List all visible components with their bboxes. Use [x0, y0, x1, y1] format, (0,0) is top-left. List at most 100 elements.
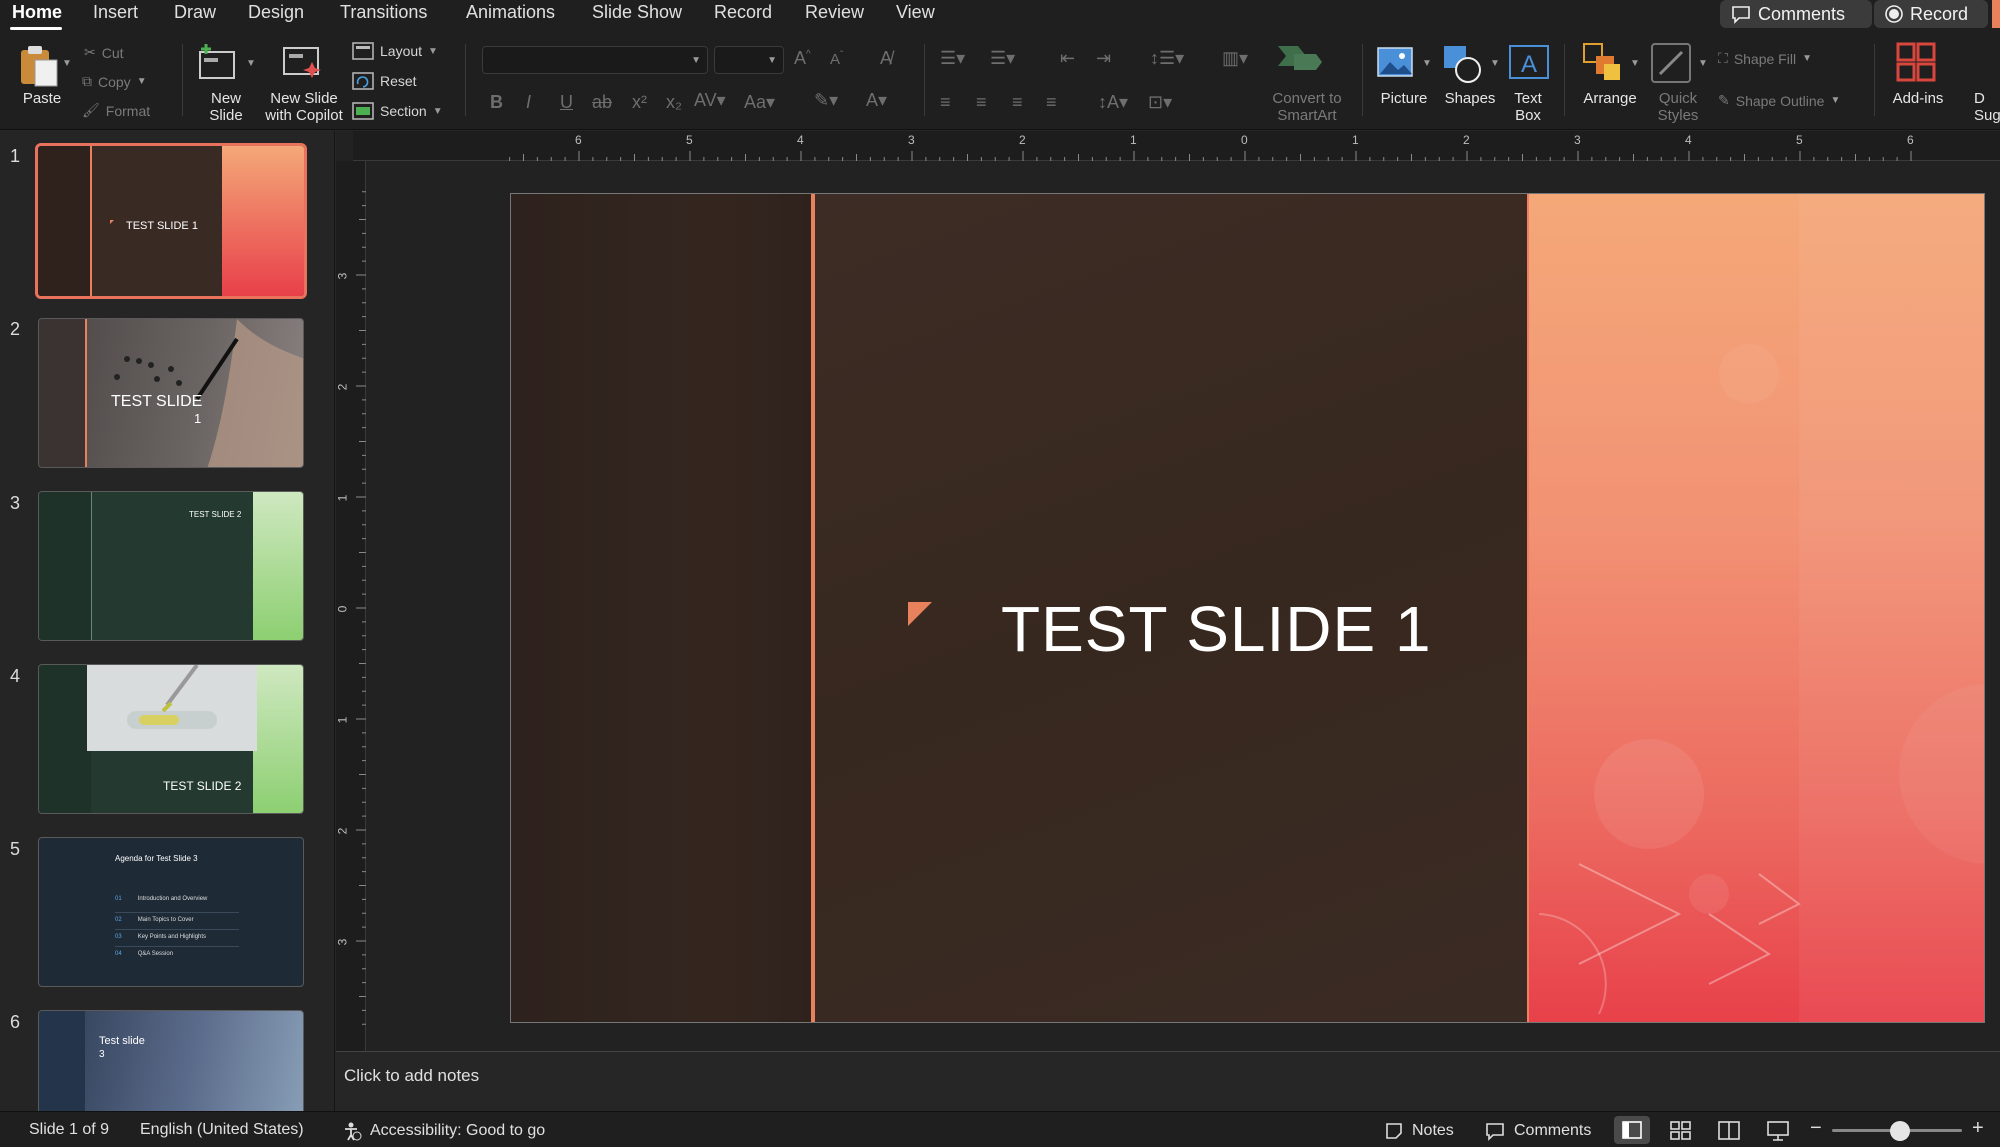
shapes-chevron[interactable]: ▼: [1490, 58, 1500, 69]
tab-design[interactable]: Design: [248, 2, 304, 23]
cut-button[interactable]: ✂ Cut: [84, 44, 124, 61]
picture-chevron[interactable]: ▼: [1422, 58, 1432, 69]
character-spacing-icon[interactable]: AV▾: [694, 90, 726, 111]
decrease-font-size-icon[interactable]: Aˇ: [830, 50, 843, 68]
language-indicator[interactable]: English (United States): [140, 1121, 304, 1139]
font-name-dropdown[interactable]: ▼: [482, 46, 708, 74]
zoom-out-icon[interactable]: −: [1810, 1117, 1822, 1140]
picture-button[interactable]: [1376, 44, 1420, 84]
bold-icon[interactable]: B: [490, 92, 503, 113]
notes-toggle-button[interactable]: Notes: [1384, 1121, 1454, 1141]
align-right-icon[interactable]: ≡: [1012, 92, 1023, 113]
strikethrough-icon[interactable]: ab: [592, 92, 612, 113]
quick-styles-button[interactable]: [1650, 42, 1694, 86]
slide-title[interactable]: TEST SLIDE 1: [1001, 592, 1432, 666]
thumb-triangle: [110, 220, 114, 224]
ruler-number: 6: [575, 133, 582, 147]
notes-placeholder[interactable]: Click to add notes: [344, 1066, 479, 1086]
slide-thumbnail-4[interactable]: TEST SLIDE 2: [38, 664, 304, 814]
quick-styles-chevron[interactable]: ▼: [1698, 58, 1708, 69]
reading-view-icon[interactable]: [1718, 1121, 1740, 1141]
thumb-lab-pipette-photo: [87, 665, 257, 751]
arrange-button[interactable]: [1582, 42, 1626, 86]
arrange-chevron[interactable]: ▼: [1630, 58, 1640, 69]
format-painter-button[interactable]: 🖌 Format: [82, 102, 150, 119]
font-size-dropdown[interactable]: ▼: [714, 46, 784, 74]
accessibility-button[interactable]: Accessibility: Good to go: [342, 1121, 545, 1141]
slide-canvas[interactable]: TEST SLIDE 1: [510, 193, 1985, 1023]
designer-suggestions-label-cut[interactable]: D Sug: [1974, 90, 2000, 124]
zoom-slider-thumb[interactable]: [1889, 1121, 1910, 1141]
justify-icon[interactable]: ≡: [1046, 92, 1057, 113]
divider: [465, 44, 466, 116]
tab-view[interactable]: View: [896, 2, 935, 23]
agenda-row: 03 Key Points and Highlights: [115, 930, 239, 947]
increase-indent-icon[interactable]: ⇥: [1096, 48, 1111, 69]
smartart-icon: [1278, 46, 1322, 70]
numbering-icon[interactable]: ☰▾: [990, 48, 1015, 69]
tab-slide-show[interactable]: Slide Show: [592, 2, 682, 23]
section-button[interactable]: Section ▼: [352, 102, 443, 120]
paint-bucket-icon: ⛶: [1718, 50, 1728, 66]
change-case-icon[interactable]: Aa▾: [744, 92, 775, 113]
copy-chevron: ▼: [136, 76, 147, 87]
new-slide-chevron[interactable]: ▼: [246, 58, 256, 69]
decrease-indent-icon[interactable]: ⇤: [1060, 48, 1075, 69]
convert-smartart-button[interactable]: [1270, 42, 1340, 82]
new-slide-copilot-label: New Slide with Copilot: [265, 90, 343, 124]
tab-transitions[interactable]: Transitions: [340, 2, 427, 23]
superscript-icon[interactable]: x²: [632, 92, 647, 113]
tab-review[interactable]: Review: [805, 2, 864, 23]
comments-toggle-button[interactable]: Comments: [1484, 1121, 1591, 1141]
tab-animations[interactable]: Animations: [466, 2, 555, 23]
slide-thumbnail-3[interactable]: TEST SLIDE 2: [38, 491, 304, 641]
increase-font-size-icon[interactable]: A^: [794, 48, 811, 69]
notes-pane[interactable]: Click to add notes: [336, 1051, 2000, 1111]
subscript-icon[interactable]: x₂: [666, 92, 682, 113]
add-ins-button[interactable]: [1896, 42, 1940, 86]
line-spacing-icon[interactable]: ↕☰▾: [1150, 48, 1184, 69]
clear-formatting-icon[interactable]: A̸: [880, 48, 892, 69]
slide-thumbnail-1[interactable]: TEST SLIDE 1: [35, 143, 307, 299]
zoom-in-icon[interactable]: +: [1972, 1117, 1984, 1140]
columns-icon[interactable]: ▥▾: [1222, 48, 1248, 69]
highlight-color-icon[interactable]: ✎▾: [814, 90, 838, 111]
tab-record[interactable]: Record: [714, 2, 772, 23]
shapes-button[interactable]: [1442, 44, 1486, 84]
new-slide-icon: [199, 44, 235, 79]
thumb-accent-line: [91, 492, 92, 640]
normal-view-button[interactable]: [1614, 1116, 1650, 1144]
align-left-icon[interactable]: ≡: [940, 92, 951, 113]
text-box-button[interactable]: A: [1508, 44, 1550, 84]
slide-show-icon[interactable]: [1766, 1120, 1790, 1142]
record-button[interactable]: Record: [1874, 0, 1988, 28]
layout-button[interactable]: Layout ▼: [352, 42, 438, 60]
shape-outline-button[interactable]: ✎ Shape Outline ▼: [1718, 92, 1840, 109]
slide-thumbnail-2[interactable]: TEST SLIDE 1: [38, 318, 304, 468]
slide-sorter-icon[interactable]: [1670, 1121, 1692, 1141]
shape-outline-label: Shape Outline: [1735, 92, 1825, 109]
tab-insert[interactable]: Insert: [93, 2, 138, 23]
bullets-icon[interactable]: ☰▾: [940, 48, 965, 69]
text-direction-icon[interactable]: ↕A▾: [1098, 92, 1128, 113]
record-button-label: Record: [1910, 3, 1969, 24]
slide-thumbnail-6[interactable]: Test slide 3: [38, 1010, 304, 1111]
copy-button[interactable]: ⧉ Copy ▼: [82, 73, 147, 90]
shape-fill-button[interactable]: ⛶ Shape Fill ▼: [1718, 50, 1812, 67]
italic-icon[interactable]: I: [526, 92, 531, 113]
new-slide-copilot-button[interactable]: [280, 42, 328, 82]
align-center-icon[interactable]: ≡: [976, 92, 987, 113]
layout-label: Layout: [380, 43, 423, 59]
ruler-number: 4: [1685, 133, 1692, 147]
reset-button[interactable]: Reset: [352, 72, 417, 90]
tab-home[interactable]: Home: [12, 2, 62, 23]
comments-button[interactable]: Comments: [1720, 0, 1872, 28]
tab-draw[interactable]: Draw: [174, 2, 216, 23]
comments-button-label: Comments: [1758, 3, 1846, 24]
status-bar: Slide 1 of 9 English (United States) Acc…: [0, 1111, 2000, 1147]
slide-thumbnail-5[interactable]: Agenda for Test Slide 3 01 Introduction a…: [38, 837, 304, 987]
paste-options-chevron[interactable]: ▼: [62, 58, 72, 69]
underline-icon[interactable]: U: [560, 92, 573, 113]
align-text-icon[interactable]: ⊡▾: [1148, 92, 1172, 113]
font-color-icon[interactable]: A▾: [866, 90, 887, 111]
